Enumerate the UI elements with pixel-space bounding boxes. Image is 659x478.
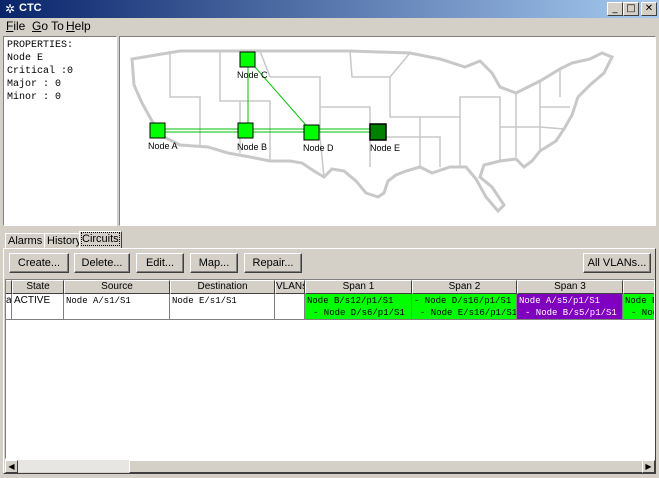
node-d-label: Node D xyxy=(303,143,334,153)
node-a-label: Node A xyxy=(148,141,178,151)
column-header-span2[interactable]: Span 2 xyxy=(412,280,517,294)
column-header-destination[interactable]: Destination xyxy=(170,280,275,294)
cell-destination: Node E/s1/S1 xyxy=(170,294,275,320)
cell-span2: - Node D/s16/p1/S1 - Node E/s16/p1/S1 xyxy=(412,294,517,320)
cell-span3: Node A/s5/p1/S1 - Node B/s5/p1/S1 xyxy=(517,294,623,320)
column-header-span4[interactable] xyxy=(623,280,654,294)
repair-button[interactable]: Repair... xyxy=(244,253,302,273)
minimize-button[interactable]: _ xyxy=(607,2,623,16)
span3-line1: Node A/s5/p1/S1 xyxy=(519,296,601,306)
create-button[interactable]: Create... xyxy=(9,253,69,273)
window-title: CTC xyxy=(19,2,42,14)
node-b[interactable]: Node B xyxy=(237,122,267,152)
node-c[interactable]: Node C xyxy=(237,51,268,80)
close-button[interactable]: ✕ xyxy=(641,2,657,16)
circuits-table: State Source Destination VLANs Span 1 Sp… xyxy=(5,279,655,459)
cell-span1: Node B/s12/p1/S1 - Node D/s6/p1/S1 xyxy=(305,294,412,320)
node-c-icon[interactable] xyxy=(239,51,256,68)
column-header-state[interactable]: State xyxy=(12,280,64,294)
node-e-icon[interactable] xyxy=(369,123,387,141)
column-header-type[interactable] xyxy=(6,280,12,294)
node-d-icon[interactable] xyxy=(303,124,320,141)
scroll-right-icon[interactable]: ▶ xyxy=(642,460,655,473)
edit-button[interactable]: Edit... xyxy=(136,253,184,273)
span3-line2: - Node B/s5/p1/S1 xyxy=(525,308,617,318)
column-header-span3[interactable]: Span 3 xyxy=(517,280,623,294)
span2-line1: - Node D/s16/p1/S1 xyxy=(414,296,512,306)
properties-major: Major : 0 xyxy=(7,79,62,90)
properties-node: Node E xyxy=(7,53,44,64)
tab-circuits[interactable]: Circuits xyxy=(79,231,122,249)
properties-heading: PROPERTIES: xyxy=(7,40,74,51)
node-b-icon[interactable] xyxy=(237,122,254,139)
cell-source: Node A/s1/S1 xyxy=(64,294,170,320)
table-row[interactable]: ay ACTIVE Node A/s1/S1 Node E/s1/S1 Node… xyxy=(6,294,655,320)
menu-file[interactable]: File xyxy=(6,19,25,34)
node-a[interactable]: Node A xyxy=(148,122,178,151)
menu-bar: File Go To Help xyxy=(0,18,659,35)
node-a-icon[interactable] xyxy=(149,122,166,139)
maximize-button[interactable]: □ xyxy=(623,2,639,16)
node-b-label: Node B xyxy=(237,142,267,152)
state-borders xyxy=(169,50,570,178)
cell-type: ay xyxy=(6,294,12,320)
node-e[interactable]: Node E xyxy=(369,123,400,153)
tab-alarms[interactable]: Alarms xyxy=(5,233,46,248)
tab-circuits-label: Circuits xyxy=(81,232,120,246)
delete-button[interactable]: Delete... xyxy=(74,253,130,273)
properties-critical: Critical :0 xyxy=(7,66,74,77)
title-bar: ✲ CTC _ □ ✕ xyxy=(0,0,659,18)
app-icon: ✲ xyxy=(4,2,16,16)
us-map: Node C Node A Node B Node D Node E xyxy=(130,49,615,214)
properties-panel: PROPERTIES: Node E Critical :0 Major : 0… xyxy=(3,36,117,226)
cell-vlans xyxy=(275,294,305,320)
network-map[interactable]: Node C Node A Node B Node D Node E xyxy=(119,36,656,226)
column-header-span1[interactable]: Span 1 xyxy=(305,280,412,294)
span4-line1: Node B xyxy=(625,296,655,306)
properties-minor: Minor : 0 xyxy=(7,92,62,103)
node-e-label: Node E xyxy=(370,143,400,153)
span1-line1: Node B/s12/p1/S1 xyxy=(307,296,394,306)
menu-goto[interactable]: Go To xyxy=(32,19,64,34)
cell-state: ACTIVE xyxy=(12,294,64,320)
span4-line2: - Node xyxy=(631,308,654,318)
column-header-vlans[interactable]: VLANs xyxy=(275,280,305,294)
menu-help[interactable]: Help xyxy=(66,19,91,34)
scroll-left-icon[interactable]: ◀ xyxy=(5,460,18,473)
span1-line2: - Node D/s6/p1/S1 xyxy=(313,308,405,318)
horizontal-scrollbar[interactable]: ◀ ▶ xyxy=(5,459,655,473)
scroll-thumb[interactable] xyxy=(129,460,645,473)
span2-line2: - Node E/s16/p1/S1 xyxy=(420,308,517,318)
node-c-label: Node C xyxy=(237,70,268,80)
cell-span4: Node B - Node xyxy=(623,294,655,320)
map-button[interactable]: Map... xyxy=(190,253,238,273)
all-vlans-button[interactable]: All VLANs... xyxy=(583,253,651,273)
column-header-source[interactable]: Source xyxy=(64,280,170,294)
